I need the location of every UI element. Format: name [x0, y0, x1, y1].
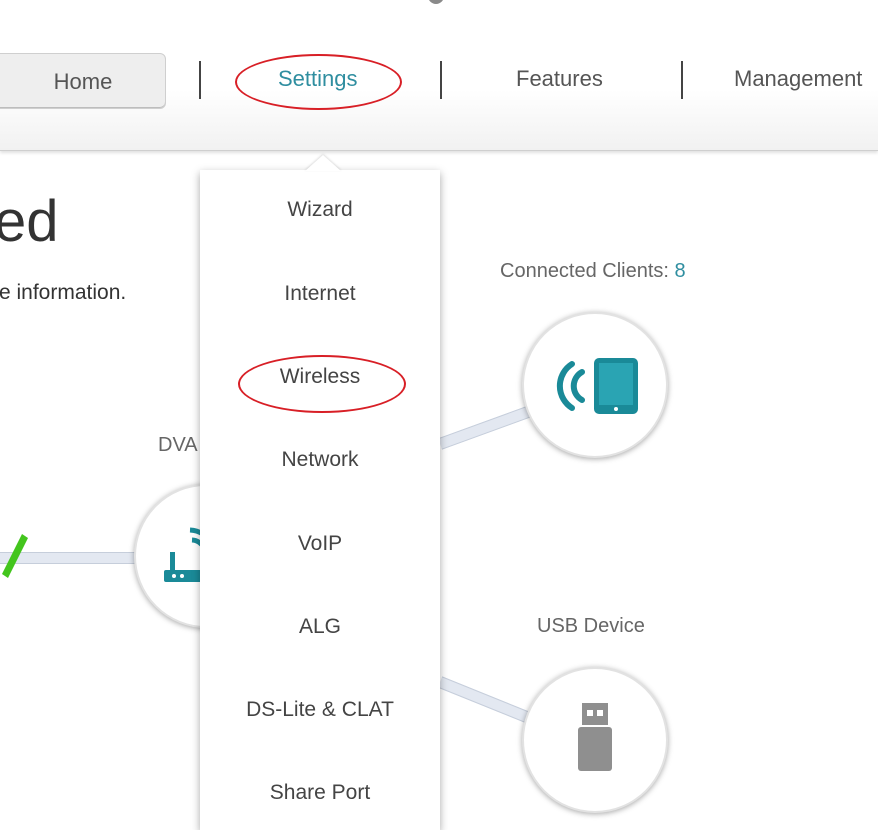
menu-item-voip[interactable]: VoIP: [200, 532, 440, 556]
router-clients-link-line: [437, 404, 537, 450]
router-label: DVA: [158, 434, 198, 456]
settings-dropdown-menu: Wizard Internet Wireless Network VoIP AL…: [200, 170, 440, 830]
nav-divider: [440, 61, 442, 99]
settings-highlight-annotation: [235, 54, 402, 110]
connected-clients-count: 8: [674, 260, 686, 282]
wireless-highlight-annotation: [238, 355, 406, 413]
page-title: ed: [0, 189, 59, 254]
menu-item-network[interactable]: Network: [200, 448, 440, 472]
checkmark-icon: [2, 534, 28, 578]
nav-divider: [681, 61, 683, 99]
menu-item-ds-lite-clat[interactable]: DS-Lite & CLAT: [200, 698, 440, 722]
menu-item-internet[interactable]: Internet: [200, 282, 440, 306]
wireless-tablet-icon: [556, 358, 638, 414]
nav-home-label: Home: [53, 69, 113, 94]
nav-management-tab[interactable]: Management: [734, 66, 862, 92]
router-usb-link-line: [437, 676, 535, 726]
nav-divider: [199, 61, 201, 99]
connected-clients-node[interactable]: [522, 312, 668, 458]
connected-clients-text: Connected Clients:: [500, 260, 669, 282]
connected-clients-label: Connected Clients: 8: [500, 260, 686, 283]
nav-features-tab[interactable]: Features: [516, 66, 603, 92]
dropdown-pointer-arrow: [305, 155, 341, 171]
menu-item-share-port[interactable]: Share Port: [200, 781, 440, 805]
usb-device-node[interactable]: [522, 667, 668, 813]
nav-home-tab[interactable]: Home: [0, 53, 166, 109]
top-indicator-icon: [428, 0, 444, 4]
page-subtitle: re information.: [0, 281, 127, 304]
top-navigation-bar: Home Settings Features Management: [0, 0, 878, 151]
menu-item-alg[interactable]: ALG: [200, 615, 440, 639]
usb-device-label: USB Device: [537, 615, 645, 637]
usb-drive-icon: [578, 703, 612, 771]
menu-item-wizard[interactable]: Wizard: [200, 198, 440, 222]
